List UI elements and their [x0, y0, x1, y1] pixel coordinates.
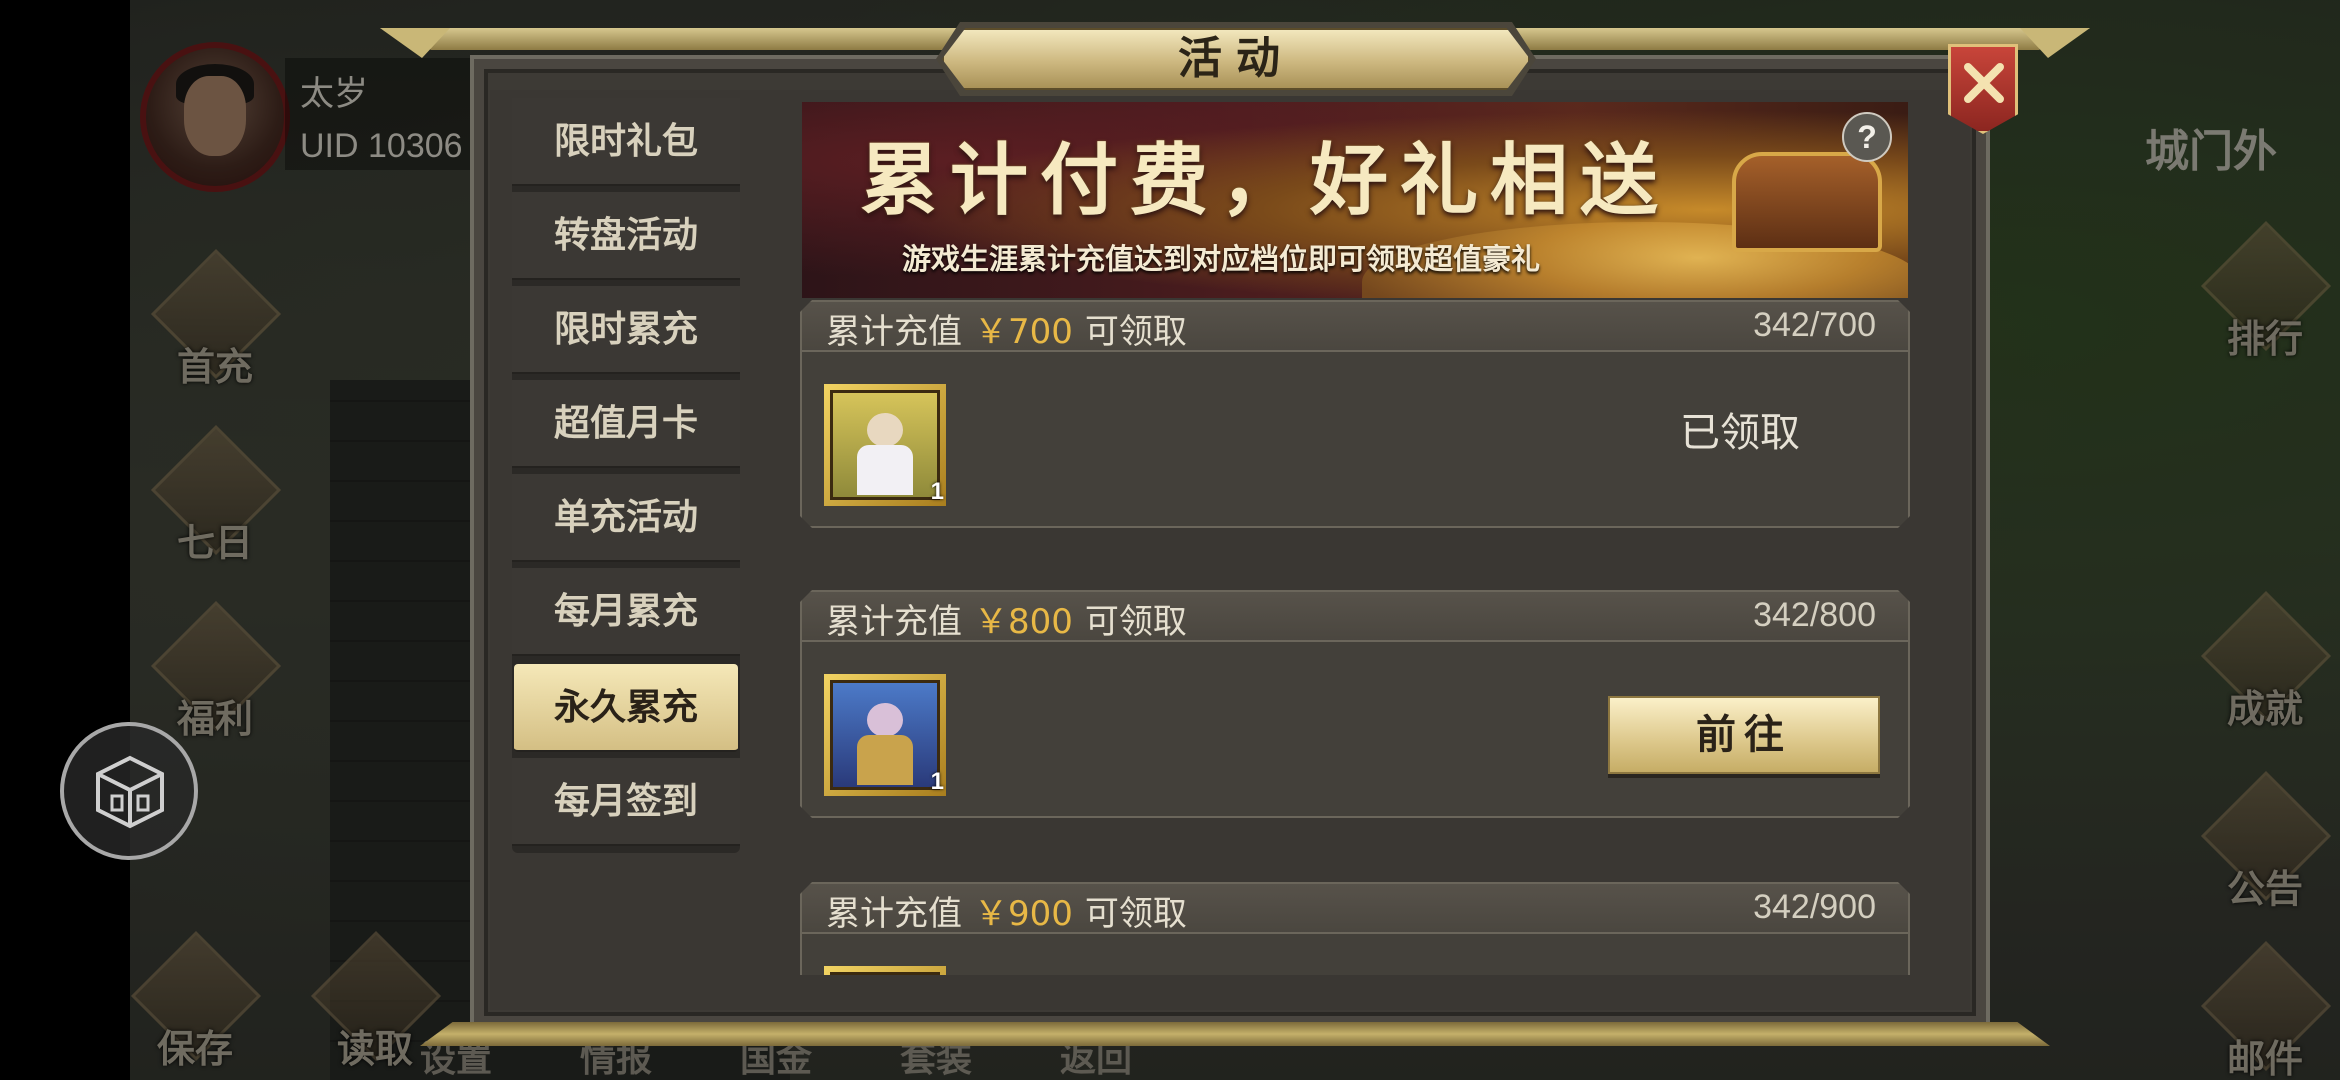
- help-button[interactable]: ?: [1842, 112, 1892, 162]
- seven-day-label: 七日: [176, 520, 253, 565]
- tab-monthly-signin[interactable]: 每月签到: [512, 758, 740, 846]
- reward-requirement: 累计充值 ￥900 可领取: [826, 886, 1187, 935]
- promo-banner: 累计付费，好礼相送 游戏生涯累计充值达到对应档位即可领取超值豪礼: [802, 102, 1908, 298]
- hero-figure-head: [867, 413, 903, 447]
- player-uid: UID 10306: [300, 127, 463, 165]
- banner-title: 累计付费，好礼相送: [860, 135, 1671, 226]
- save-button[interactable]: 保存: [120, 930, 270, 1080]
- hero-portrait-icon: [830, 390, 940, 500]
- reward-item-slot[interactable]: 1: [824, 674, 946, 796]
- claimed-status: 已领取: [1680, 410, 1800, 456]
- tab-monthly-cumulative[interactable]: 每月累充: [512, 568, 740, 656]
- mail-label: 邮件: [2226, 1036, 2303, 1080]
- reward-card: 累计充值 ￥700 可领取 342/700 1 已领取: [800, 300, 1910, 528]
- reward-progress: 342/900: [1753, 888, 1876, 926]
- hero-portrait-icon: [830, 680, 940, 790]
- dialog-title: 活动: [1178, 33, 1294, 84]
- item-quantity: 1: [930, 768, 944, 795]
- seven-day-button[interactable]: 七日: [140, 424, 290, 594]
- goto-button[interactable]: 前往: [1608, 696, 1880, 774]
- requirement-suffix: 可领取: [1084, 602, 1187, 642]
- reward-progress: 342/800: [1753, 596, 1876, 634]
- reward-card-body: [800, 932, 1910, 975]
- requirement-amount: ￥900: [974, 894, 1073, 934]
- reward-list[interactable]: 累计充值 ￥700 可领取 342/700 1 已领取 累计充值 ￥800 可领取 34…: [800, 300, 1910, 975]
- achievement-label: 成就: [2226, 686, 2303, 731]
- ranking-label: 排行: [2226, 316, 2303, 361]
- hero-figure-body: [857, 735, 913, 785]
- menu-toggle-button[interactable]: [60, 722, 198, 860]
- requirement-amount: ￥700: [974, 312, 1073, 352]
- announcement-label: 公告: [2226, 866, 2303, 911]
- first-recharge-button[interactable]: 首充: [140, 248, 290, 418]
- requirement-suffix: 可领取: [1084, 312, 1187, 352]
- reward-item-icon: [830, 972, 940, 975]
- hero-figure-body: [857, 445, 913, 495]
- reward-item-slot[interactable]: 1: [824, 384, 946, 506]
- save-label: 保存: [156, 1026, 233, 1071]
- first-recharge-label: 首充: [176, 344, 253, 389]
- achievement-button[interactable]: 成就: [2190, 590, 2340, 760]
- tab-single-recharge[interactable]: 单充活动: [512, 474, 740, 562]
- reward-requirement: 累计充值 ￥800 可领取: [826, 594, 1187, 643]
- mail-button[interactable]: 邮件: [2190, 940, 2340, 1080]
- requirement-prefix: 累计充值: [826, 602, 962, 642]
- announcement-button[interactable]: 公告: [2190, 770, 2340, 940]
- requirement-amount: ￥800: [974, 602, 1073, 642]
- item-quantity: 1: [930, 478, 944, 505]
- cube-menu-icon: [96, 755, 164, 829]
- avatar-face: [184, 76, 246, 156]
- activity-tab-list: 限时礼包 转盘活动 限时累充 超值月卡 单充活动 每月累充 永久累充 每月签到: [512, 98, 740, 853]
- hero-figure-head: [867, 703, 903, 737]
- location-label: 城门外: [2145, 126, 2277, 177]
- tab-limited-cumulative[interactable]: 限时累充: [512, 286, 740, 374]
- close-icon: [1964, 63, 2004, 103]
- reward-progress: 342/700: [1753, 306, 1876, 344]
- tab-permanent-cumulative[interactable]: 永久累充: [514, 664, 738, 752]
- tab-wheel-event[interactable]: 转盘活动: [512, 192, 740, 280]
- player-name: 太岁: [300, 75, 368, 113]
- dialog-bottom-rail: [420, 1022, 2050, 1046]
- player-avatar[interactable]: [140, 42, 290, 192]
- ranking-button[interactable]: 排行: [2190, 220, 2340, 390]
- reward-requirement: 累计充值 ￥700 可领取: [826, 304, 1187, 353]
- reward-card: 累计充值 ￥900 可领取 342/900: [800, 882, 1910, 975]
- tab-limited-gift[interactable]: 限时礼包: [512, 98, 740, 186]
- requirement-prefix: 累计充值: [826, 312, 962, 352]
- banner-subtitle: 游戏生涯累计充值达到对应档位即可领取超值豪礼: [902, 242, 1541, 276]
- treasure-chest-art: [1732, 152, 1882, 252]
- tab-monthly-card[interactable]: 超值月卡: [512, 380, 740, 468]
- requirement-prefix: 累计充值: [826, 894, 962, 934]
- reward-item-slot[interactable]: [824, 966, 946, 975]
- reward-card: 累计充值 ￥800 可领取 342/800 1 前往: [800, 590, 1910, 818]
- requirement-suffix: 可领取: [1084, 894, 1187, 934]
